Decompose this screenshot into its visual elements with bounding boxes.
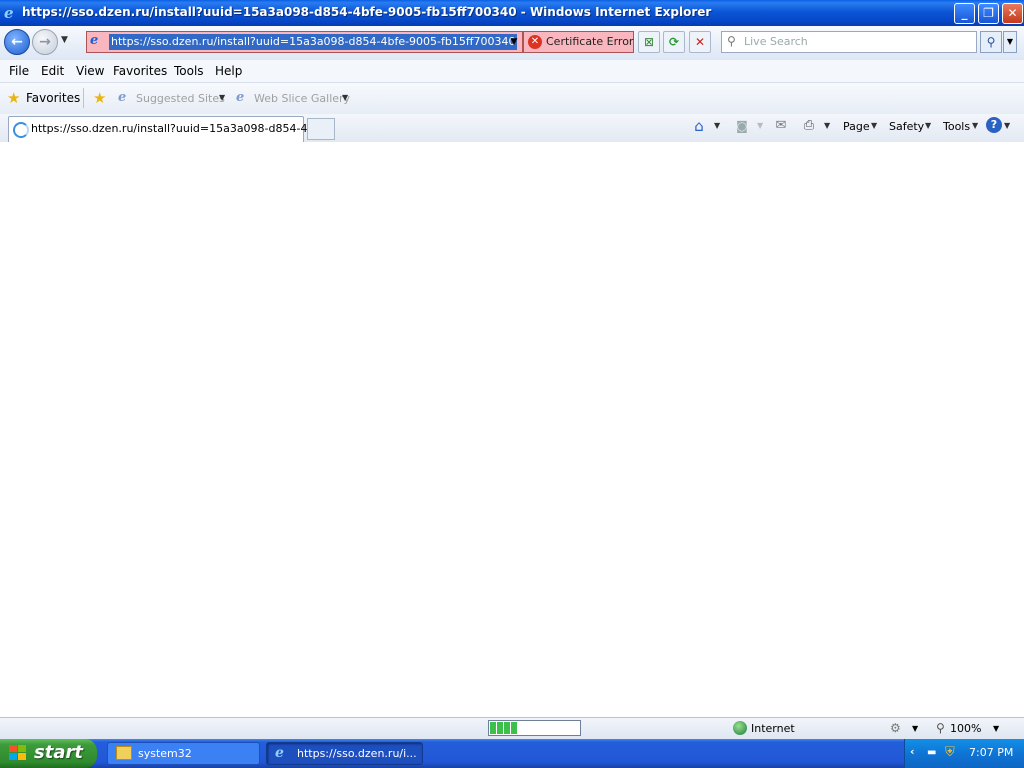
tab-active[interactable]: https://sso.dzen.ru/install?uuid=15a3a09… xyxy=(8,116,328,142)
loading-spinner-icon xyxy=(13,122,29,138)
web-slice-gallery-dropdown-icon[interactable]: ▼ xyxy=(342,93,348,102)
address-input[interactable]: https://sso.dzen.ru/install?uuid=15a3a09… xyxy=(109,34,518,50)
search-options-dropdown-icon[interactable]: ▼ xyxy=(1003,31,1017,53)
menu-help[interactable]: Help xyxy=(215,64,242,78)
favorites-button[interactable]: Favorites xyxy=(26,91,80,105)
favorites-star-icon[interactable]: ★ xyxy=(7,89,20,107)
error-shield-icon: ✕ xyxy=(528,35,542,49)
address-bar[interactable]: e https://sso.dzen.ru/install?uuid=15a3a… xyxy=(86,31,523,53)
ie-icon: e xyxy=(275,745,284,761)
navigation-bar: ← → ▼ e https://sso.dzen.ru/install?uuid… xyxy=(0,26,1024,60)
forward-button[interactable]: → xyxy=(32,29,58,55)
taskbar-button-system32[interactable]: system32 xyxy=(107,742,260,765)
menu-edit[interactable]: Edit xyxy=(41,64,64,78)
certificate-error-label: Certificate Error xyxy=(546,35,634,48)
title-bar[interactable]: e https://sso.dzen.ru/install?uuid=15a3a… xyxy=(0,0,1024,26)
status-bar: Internet ⚙ ▼ ⚲ 100% ▼ xyxy=(0,717,1024,740)
tab-bar: https://sso.dzen.ru/install?uuid=15a3a09… xyxy=(0,114,1024,143)
home-dropdown-icon[interactable]: ▼ xyxy=(714,121,720,130)
favorites-bar: ★ Favorites ★ e Suggested Sites ▼ e Web … xyxy=(0,83,1024,114)
refresh-button[interactable]: ⟳ xyxy=(663,31,685,53)
web-slice-gallery-link[interactable]: Web Slice Gallery xyxy=(254,92,350,105)
certificate-error-button[interactable]: ✕ Certificate Error xyxy=(523,31,634,53)
zoom-icon[interactable]: ⚲ xyxy=(936,721,945,735)
help-dropdown-icon[interactable]: ▼ xyxy=(1004,121,1010,130)
loading-progress-bar xyxy=(488,720,581,736)
suggested-sites-link[interactable]: Suggested Sites xyxy=(136,92,225,105)
window-title: https://sso.dzen.ru/install?uuid=15a3a09… xyxy=(22,5,712,19)
maximize-button[interactable]: ❐ xyxy=(978,3,999,24)
security-shield-icon[interactable]: ⛨ xyxy=(945,745,955,760)
menu-bar: File Edit View Favorites Tools Help xyxy=(0,60,1024,83)
search-icon[interactable]: ⚲ xyxy=(980,31,1002,53)
tools-dropdown-icon[interactable]: ▼ xyxy=(972,121,978,130)
protected-mode-icon[interactable]: ⚙ xyxy=(890,721,901,735)
system-tray: ‹ ▬ ⛨ 7:07 PM xyxy=(904,739,1024,768)
page-menu-button[interactable]: Page xyxy=(843,120,870,133)
internet-zone-icon xyxy=(733,721,747,735)
menu-file[interactable]: File xyxy=(9,64,29,78)
menu-view[interactable]: View xyxy=(76,64,104,78)
protected-mode-dropdown-icon[interactable]: ▼ xyxy=(912,724,918,733)
minimize-button[interactable]: _ xyxy=(954,3,975,24)
security-zone-label[interactable]: Internet xyxy=(751,722,795,735)
show-hidden-icons-icon[interactable]: ‹ xyxy=(910,745,923,761)
taskbar: start system32 e https://sso.dzen.ru/i..… xyxy=(0,739,1024,768)
taskbar-button-ie[interactable]: e https://sso.dzen.ru/i... xyxy=(266,742,423,765)
folder-icon xyxy=(116,746,132,760)
suggested-sites-dropdown-icon[interactable]: ▼ xyxy=(219,93,225,102)
clock[interactable]: 7:07 PM xyxy=(969,746,1013,759)
suggested-sites-icon: e xyxy=(118,90,127,105)
task-label: https://sso.dzen.ru/i... xyxy=(297,747,417,760)
favorites-separator xyxy=(83,88,84,108)
safety-dropdown-icon[interactable]: ▼ xyxy=(925,121,931,130)
zoom-level[interactable]: 100% xyxy=(950,722,981,735)
home-icon[interactable]: ⌂ xyxy=(690,117,708,135)
add-to-favorites-bar-icon[interactable]: ★ xyxy=(93,89,106,107)
back-button[interactable]: ← xyxy=(4,29,30,55)
zoom-dropdown-icon[interactable]: ▼ xyxy=(993,724,999,733)
print-icon[interactable]: ⎙ xyxy=(800,117,818,135)
address-dropdown-icon[interactable]: ▼ xyxy=(507,33,521,51)
network-icon[interactable]: ▬ xyxy=(927,747,936,758)
page-icon: e xyxy=(90,33,99,48)
start-button[interactable]: start xyxy=(0,739,97,768)
tab-title: https://sso.dzen.ru/install?uuid=15a3a09… xyxy=(31,122,329,135)
tools-menu-button[interactable]: Tools xyxy=(943,120,970,133)
task-label: system32 xyxy=(138,747,192,760)
search-placeholder: Live Search xyxy=(744,35,808,48)
ie-icon: e xyxy=(4,4,14,22)
feeds-dropdown-icon[interactable]: ▼ xyxy=(757,121,763,130)
feeds-icon[interactable]: ◙ xyxy=(733,117,751,135)
menu-favorites[interactable]: Favorites xyxy=(113,64,167,78)
stop-button[interactable]: ✕ xyxy=(689,31,711,53)
read-mail-icon[interactable]: ✉ xyxy=(772,117,790,135)
page-content-area[interactable] xyxy=(0,142,1024,717)
search-provider-icon: ⚲ xyxy=(727,34,736,48)
progress-fill xyxy=(490,722,517,734)
web-slice-gallery-icon: e xyxy=(236,90,245,105)
close-button[interactable]: ✕ xyxy=(1002,3,1023,24)
recent-pages-dropdown-icon[interactable]: ▼ xyxy=(61,35,68,45)
compatibility-view-button[interactable]: ⊠ xyxy=(638,31,660,53)
windows-logo-icon xyxy=(9,745,27,762)
page-dropdown-icon[interactable]: ▼ xyxy=(871,121,877,130)
safety-menu-button[interactable]: Safety xyxy=(889,120,924,133)
help-icon[interactable]: ? xyxy=(986,117,1002,133)
start-label: start xyxy=(34,742,83,763)
menu-tools[interactable]: Tools xyxy=(174,64,204,78)
print-dropdown-icon[interactable]: ▼ xyxy=(824,121,830,130)
search-input[interactable]: ⚲ Live Search xyxy=(721,31,977,53)
new-tab-button[interactable] xyxy=(307,118,335,140)
